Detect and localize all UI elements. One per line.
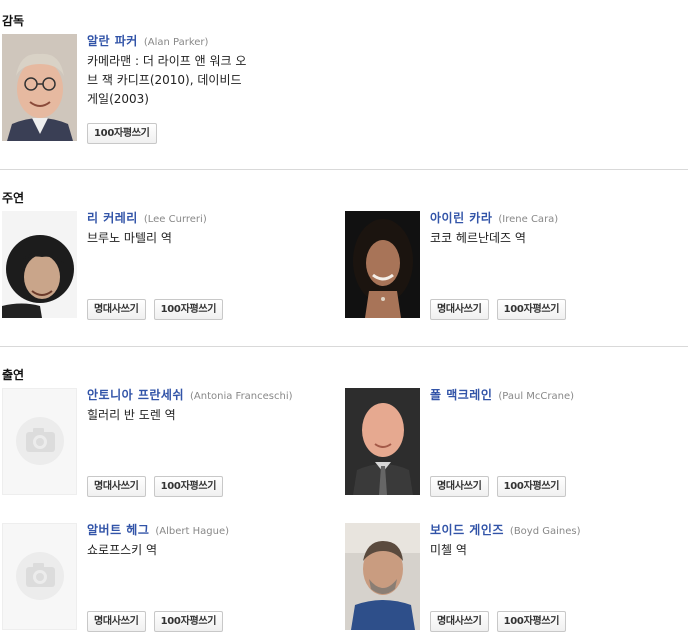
cast-card-lead-2: 아이린 카라 (Irene Cara) 코코 헤르난데즈 역 명대사쓰기 100자…: [345, 211, 685, 321]
cast-name-link[interactable]: 안토니아 프란세쉬: [87, 388, 184, 402]
irene-cara-portrait-image: [345, 211, 420, 318]
section-title-director: 감독: [2, 14, 25, 28]
review-button[interactable]: 100자평쓰기: [153, 476, 224, 497]
quote-button[interactable]: 명대사쓰기: [430, 476, 489, 497]
director-original-name: (Alan Parker): [143, 37, 209, 48]
cast-card-supporting-1: 안토니아 프란세쉬 (Antonia Franceschi) 힐러리 반 도렌 역…: [2, 388, 342, 498]
cast-name-link[interactable]: 리 커레리: [87, 211, 138, 225]
director-name-link[interactable]: 알란 파커: [87, 34, 138, 48]
review-button[interactable]: 100자평쓰기: [496, 476, 567, 497]
director-portrait-image: [2, 34, 77, 141]
cast-original-name: (Irene Cara): [498, 214, 559, 225]
review-button[interactable]: 100자평쓰기: [496, 611, 567, 632]
cast-name-link[interactable]: 아이린 카라: [430, 211, 492, 225]
paul-mccrane-portrait-image: [345, 388, 420, 495]
section-title-lead: 주연: [2, 191, 25, 205]
section-title-supporting: 출연: [2, 368, 25, 382]
cast-photo-placeholder[interactable]: [2, 523, 77, 630]
director-card: 알란 파커 (Alan Parker) 카메라맨 : 더 라이프 앤 워크 오브 …: [2, 34, 342, 144]
cast-role: 코코 헤르난데즈 역: [430, 231, 526, 245]
cast-role: 미첼 역: [430, 543, 467, 557]
director-filmography: 카메라맨 : 더 라이프 앤 워크 오브 잭 카디프(2010), 데이비드 게…: [87, 54, 247, 106]
cast-original-name: (Paul McCrane): [498, 391, 575, 402]
divider: [0, 346, 688, 347]
quote-button[interactable]: 명대사쓰기: [87, 299, 146, 320]
cast-photo[interactable]: [2, 211, 77, 318]
director-photo[interactable]: [2, 34, 77, 141]
quote-button[interactable]: 명대사쓰기: [430, 299, 489, 320]
quote-button[interactable]: 명대사쓰기: [87, 611, 146, 632]
review-button[interactable]: 100자평쓰기: [153, 299, 224, 320]
boyd-gaines-portrait-image: [345, 523, 420, 630]
cast-photo[interactable]: [345, 211, 420, 318]
camera-icon: [16, 417, 64, 465]
cast-name-link[interactable]: 폴 맥크레인: [430, 388, 492, 402]
cast-role: 힐러리 반 도렌 역: [87, 408, 176, 422]
cast-original-name: (Albert Hague): [155, 526, 230, 537]
cast-role: 쇼로프스키 역: [87, 543, 158, 557]
review-button[interactable]: 100자평쓰기: [87, 123, 157, 144]
cast-role: 브루노 마텔리 역: [87, 231, 172, 245]
cast-card-supporting-4: 보이드 게인즈 (Boyd Gaines) 미첼 역 명대사쓰기 100자평쓰기: [345, 523, 685, 633]
quote-button[interactable]: 명대사쓰기: [87, 476, 146, 497]
cast-card-lead-1: 리 커레리 (Lee Curreri) 브루노 마텔리 역 명대사쓰기 100자평…: [2, 211, 342, 321]
cast-card-supporting-2: 폴 맥크레인 (Paul McCrane) 명대사쓰기 100자평쓰기: [345, 388, 685, 498]
review-button[interactable]: 100자평쓰기: [496, 299, 567, 320]
cast-original-name: (Boyd Gaines): [509, 526, 581, 537]
cast-original-name: (Antonia Franceschi): [190, 391, 293, 402]
cast-card-supporting-3: 알버트 헤그 (Albert Hague) 쇼로프스키 역 명대사쓰기 100자평…: [2, 523, 342, 633]
lee-curreri-portrait-image: [2, 211, 77, 318]
quote-button[interactable]: 명대사쓰기: [430, 611, 489, 632]
cast-photo[interactable]: [345, 523, 420, 630]
cast-name-link[interactable]: 알버트 헤그: [87, 523, 149, 537]
cast-photo-placeholder[interactable]: [2, 388, 77, 495]
cast-name-link[interactable]: 보이드 게인즈: [430, 523, 504, 537]
review-button[interactable]: 100자평쓰기: [153, 611, 224, 632]
cast-original-name: (Lee Curreri): [143, 214, 207, 225]
camera-icon: [16, 552, 64, 600]
cast-photo[interactable]: [345, 388, 420, 495]
divider: [0, 169, 688, 170]
